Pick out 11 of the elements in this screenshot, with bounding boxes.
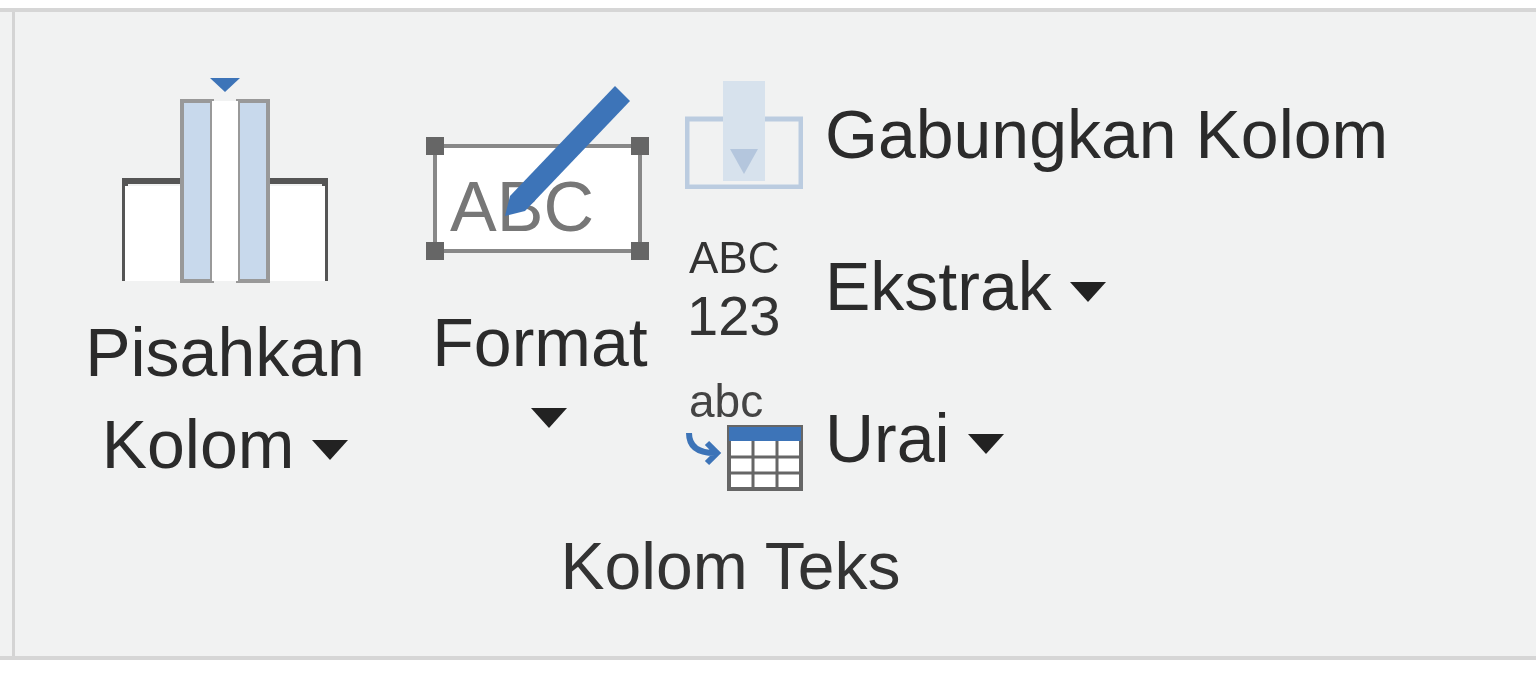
icon-text: 123: [687, 284, 781, 347]
icon-text: ABC: [689, 233, 780, 282]
ribbon-button[interactable]: abc Urai: [685, 378, 1389, 498]
merge-column-icon: [685, 79, 803, 189]
arrow-icon: [686, 430, 720, 466]
split-column-icon: [120, 76, 330, 286]
icon-text: abc: [689, 375, 764, 427]
group-label: Kolom Teks: [560, 528, 901, 604]
selection-frame-icon: [426, 137, 649, 260]
split-column-button[interactable]: Pisahkan Kolom: [75, 62, 375, 490]
table-icon: [727, 425, 803, 491]
